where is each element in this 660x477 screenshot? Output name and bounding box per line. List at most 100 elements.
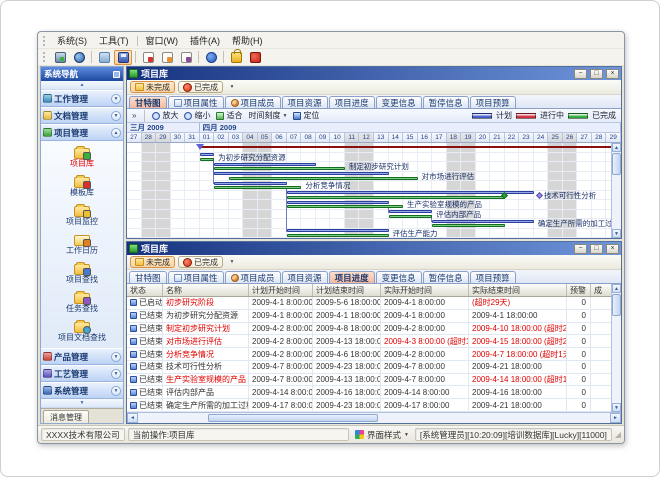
gantt-bar-actual[interactable] <box>287 234 389 237</box>
chevron-down-icon[interactable]: ▼ <box>111 352 121 362</box>
table-row[interactable]: 已结束为初步研究分配资源2009-4-1 8:00:002009-4-1 18:… <box>127 310 621 323</box>
table-row[interactable]: 已结束对市场进行评估2009-4-2 8:00:002009-4-13 18:0… <box>127 335 621 348</box>
filter-unfinished-button[interactable]: 未完成 <box>130 256 175 268</box>
locate-button[interactable]: 定位 <box>292 110 320 121</box>
globe-button[interactable] <box>70 50 88 65</box>
table-row[interactable]: 已结束制定初步研究计划2009-4-2 8:00:002009-4-8 18:0… <box>127 323 621 336</box>
filter-overflow-button[interactable]: ▼ <box>226 256 238 268</box>
menu-system[interactable]: 系统(S) <box>51 33 93 48</box>
pin-icon[interactable] <box>113 71 120 78</box>
exit-button[interactable] <box>246 50 264 65</box>
sidebar-item-project-doc-search[interactable]: 项目文档查找 <box>41 322 123 342</box>
sidebar-item-template-library[interactable]: 模板库 <box>41 177 123 197</box>
table-row[interactable]: 已启动初步研究阶段2009-4-1 8:00:002009-5-6 18:00:… <box>127 297 621 310</box>
tab-gantt[interactable]: 甘特图 <box>129 96 167 108</box>
tab-members[interactable]: 项目成员 <box>225 271 281 283</box>
maximize-button[interactable]: □ <box>590 69 603 79</box>
gantt-bar-actual[interactable] <box>432 224 505 227</box>
table-vertical-scrollbar[interactable]: ▲ ▼ <box>611 284 621 412</box>
sidebar-item-task-search[interactable]: 任务查找 <box>41 293 123 313</box>
table-row[interactable]: 已结束评估内部产品2009-4-14 8:00:002009-4-16 18:0… <box>127 386 621 399</box>
gantt-bar-actual[interactable] <box>214 167 345 170</box>
scroll-up-button[interactable]: ▲ <box>612 284 621 293</box>
minimize-button[interactable]: − <box>574 69 587 79</box>
maximize-button[interactable]: □ <box>590 244 603 254</box>
scrollbar-thumb[interactable] <box>612 294 621 316</box>
resize-grip[interactable]: ◢ <box>615 431 621 439</box>
interface-style-chooser[interactable]: 界面样式 ▼ <box>352 429 412 441</box>
gantt-bar-plan[interactable] <box>389 210 433 213</box>
sidebar-group-system-management[interactable]: 系统管理▼ <box>41 382 123 399</box>
menu-window[interactable]: 窗口(W) <box>140 33 185 48</box>
tab-changes[interactable]: 变更信息 <box>376 96 422 108</box>
column-header-6[interactable]: 预警 <box>567 284 591 296</box>
sidebar-scroll-down[interactable]: ▼ <box>41 399 123 408</box>
sidebar-group-project-management[interactable]: 项目管理▲ <box>41 124 123 141</box>
chevron-down-icon[interactable]: ▼ <box>111 369 121 379</box>
menu-help[interactable]: 帮助(H) <box>226 33 269 48</box>
sidebar-group-work-management[interactable]: 工作管理▼ <box>41 90 123 107</box>
scrollbar-thumb[interactable] <box>612 153 621 175</box>
gantt-bar-plan[interactable] <box>287 229 389 232</box>
filter-finished-button[interactable]: 已完成 <box>178 81 223 93</box>
sidebar-item-project-search[interactable]: 项目查找 <box>41 264 123 284</box>
scroll-up-button[interactable]: ▲ <box>612 143 621 152</box>
chevron-down-icon[interactable]: ▼ <box>111 386 121 396</box>
gantt-vertical-scrollbar[interactable]: ▲ ▼ <box>611 143 621 238</box>
tab-gantt[interactable]: 甘特图 <box>129 271 167 283</box>
help-button[interactable] <box>202 50 220 65</box>
sidebar-scroll-up[interactable]: ▲ <box>41 81 123 90</box>
gantt-bar-actual[interactable] <box>389 215 433 218</box>
filter-unfinished-button[interactable]: 未完成 <box>130 81 175 93</box>
sidebar-item-project-library[interactable]: 项目库 <box>41 148 123 168</box>
gantt-bar-plan[interactable] <box>287 191 534 194</box>
chevron-down-icon[interactable]: ▼ <box>111 94 121 104</box>
menu-tools[interactable]: 工具(T) <box>93 33 135 48</box>
folder-button[interactable] <box>95 50 113 65</box>
column-header-1[interactable]: 名称 <box>163 284 249 296</box>
filter-finished-button[interactable]: 已完成 <box>178 256 223 268</box>
lock-button[interactable] <box>227 50 245 65</box>
sidebar-group-document-management[interactable]: 文档管理▼ <box>41 107 123 124</box>
table-row[interactable]: 已结束技术可行性分析2009-4-7 8:00:002009-4-23 18:0… <box>127 361 621 374</box>
scroll-right-button[interactable]: ► <box>610 413 621 423</box>
zoom-in-button[interactable]: 放大 <box>151 110 179 121</box>
table-row[interactable]: 已结束确定生产所需的加工过程2009-4-17 8:00:002009-4-23… <box>127 399 621 412</box>
table-horizontal-scrollbar[interactable]: ◄ ► <box>127 412 621 423</box>
time-scale-button[interactable]: 时间刻度▼ <box>247 110 288 121</box>
report-open-button[interactable] <box>158 50 176 65</box>
table-row[interactable]: 已结束生产实验室规模的产品2009-4-7 8:00:002009-4-13 1… <box>127 374 621 387</box>
gantt-bar-actual[interactable] <box>214 186 301 189</box>
sidebar-group-product-management[interactable]: 产品管理▼ <box>41 348 123 365</box>
tab-properties[interactable]: 项目属性 <box>168 271 224 283</box>
gantt-bar-plan[interactable] <box>214 182 287 185</box>
chevron-up-icon[interactable]: ▲ <box>111 128 121 138</box>
save-button[interactable] <box>114 50 132 65</box>
gantt-bar-plan[interactable] <box>200 153 215 156</box>
zoom-out-button[interactable]: 缩小 <box>183 110 211 121</box>
tab-message-management[interactable]: 消息管理 <box>43 410 89 423</box>
gantt-bar-plan[interactable] <box>432 220 534 223</box>
gantt-bar-actual[interactable] <box>200 158 215 161</box>
workspace-button[interactable] <box>51 50 69 65</box>
tab-budget[interactable]: 项目预算 <box>470 271 516 283</box>
sidebar-item-project-monitor[interactable]: 项目监控 <box>41 206 123 226</box>
chevron-down-icon[interactable]: ▼ <box>111 111 121 121</box>
tab-properties[interactable]: 项目属性 <box>168 96 224 108</box>
tab-pauses[interactable]: 暂停信息 <box>423 96 469 108</box>
gantt-bar-actual[interactable] <box>287 196 505 199</box>
gantt-bar-plan[interactable] <box>287 201 389 204</box>
gantt-bar-actual[interactable] <box>229 177 418 180</box>
tab-pauses[interactable]: 暂停信息 <box>423 271 469 283</box>
close-button[interactable]: × <box>606 244 619 254</box>
column-header-4[interactable]: 实际开始时间 <box>381 284 469 296</box>
sidebar-group-craft-management[interactable]: 工艺管理▼ <box>41 365 123 382</box>
gantt-bar-plan[interactable] <box>214 172 388 175</box>
tab-changes[interactable]: 变更信息 <box>376 271 422 283</box>
scroll-down-button[interactable]: ▼ <box>612 403 621 412</box>
column-header-0[interactable]: 状态 <box>127 284 163 296</box>
tab-resources[interactable]: 项目资源 <box>282 96 328 108</box>
scrollbar-thumb[interactable] <box>208 414 378 422</box>
scroll-down-button[interactable]: ▼ <box>612 229 621 238</box>
gantt-bar-summary[interactable] <box>200 146 621 148</box>
